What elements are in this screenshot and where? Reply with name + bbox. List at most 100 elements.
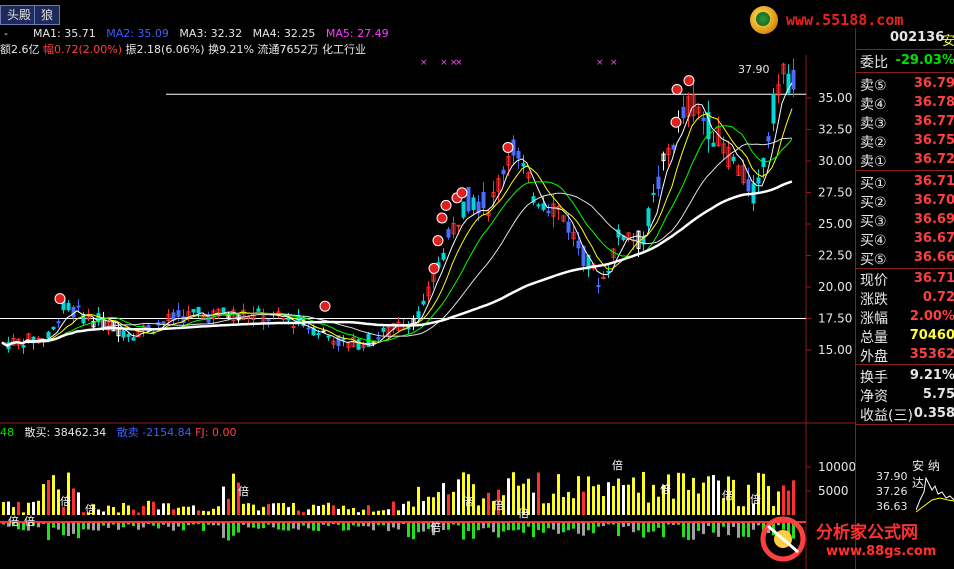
volume-bar	[342, 505, 345, 515]
volume-bar	[692, 477, 695, 515]
stat-1: 涨跌 0.72	[856, 288, 954, 308]
tab-headline[interactable]: 头殿	[0, 5, 39, 25]
volume-bar	[272, 503, 275, 515]
candle-body	[356, 339, 361, 350]
volume-bar-neg	[597, 523, 600, 527]
volume-bar	[537, 472, 540, 515]
volume-bar-neg	[142, 523, 145, 528]
volume-bar	[557, 474, 560, 515]
candle-body	[681, 106, 686, 119]
volume-bar-neg	[497, 523, 500, 538]
candle-body	[481, 192, 486, 209]
watermark-url: www.88gs.com	[826, 544, 937, 559]
stat2-2-label: 收益(三)	[860, 408, 913, 424]
sell-level-5: 卖⑤ 36.79	[856, 74, 954, 94]
volume-bar-neg	[322, 523, 325, 525]
volume-bar	[212, 508, 215, 515]
sell-level-1-label: 卖①	[860, 154, 887, 170]
stat-1-value: 0.72	[922, 290, 954, 305]
cross-marker: ×	[420, 58, 428, 68]
volume-bar-neg	[627, 523, 630, 527]
volume-bar	[42, 484, 45, 515]
volume-bar-neg	[297, 523, 300, 530]
candle-body	[306, 327, 311, 330]
volume-bar-neg	[277, 523, 280, 530]
volume-bar	[157, 509, 160, 515]
volume-bar	[312, 504, 315, 515]
volume-bar	[432, 497, 435, 515]
weibi-row: 委比 -29.03%	[856, 51, 954, 71]
buy-level-1-value: 36.71	[913, 174, 954, 189]
mini-price-high: 37.90	[876, 470, 908, 483]
volume-bar	[202, 510, 205, 515]
candle-body	[161, 321, 166, 325]
volume-bar	[507, 478, 510, 515]
volume-bar-neg	[707, 523, 710, 526]
candle-body	[281, 318, 286, 321]
volume-bar-neg	[472, 523, 475, 539]
signal-marker-icon	[456, 187, 468, 199]
volume-bar-neg	[667, 523, 670, 525]
volume-bar-neg	[392, 523, 395, 528]
volume-bar-neg	[77, 523, 80, 539]
volume-bar-neg	[237, 523, 240, 533]
volume-bar	[712, 475, 715, 515]
volume-bar-neg	[122, 523, 125, 528]
volume-bar	[487, 492, 490, 515]
volume-bar-neg	[642, 523, 645, 538]
sell-level-2: 卖② 36.75	[856, 131, 954, 151]
volume-bar	[767, 486, 770, 515]
volume-bar-neg	[512, 523, 515, 531]
stat2-0-value: 9.21%	[909, 368, 954, 383]
kline-chart[interactable]: 35.00 32.50 30.00 27.50 25.00 22.50 20.00 17.50…	[0, 55, 855, 569]
volume-bar-neg	[377, 523, 380, 526]
volume-bar-neg	[192, 523, 195, 525]
volume-bar	[792, 480, 795, 515]
volume-bar	[17, 502, 20, 515]
volume-bar-neg	[307, 523, 310, 529]
volume-bar-neg	[357, 523, 360, 527]
buy-level-2-label: 买②	[860, 195, 887, 211]
stat-1-label: 涨跌	[860, 292, 888, 308]
candle-body	[291, 326, 296, 329]
volume-bar	[227, 498, 230, 515]
volume-bar	[172, 509, 175, 515]
volume-bar	[582, 491, 585, 515]
candle-body	[756, 177, 761, 184]
volume-bar-neg	[462, 523, 465, 540]
volume-bar-neg	[477, 523, 480, 531]
volume-bar	[372, 511, 375, 515]
volume-multiplier-marker: 倍	[660, 482, 671, 496]
candle-body	[471, 197, 476, 211]
volume-bar	[102, 511, 105, 515]
stat-0: 现价 36.71	[856, 269, 954, 289]
volume-bar	[422, 501, 425, 515]
volume-bar	[567, 491, 570, 515]
candle-body	[791, 69, 796, 90]
stat-3-value: 70460	[909, 328, 954, 343]
candle-body	[326, 335, 331, 338]
candles	[1, 58, 796, 354]
stock-name: 安	[941, 34, 954, 49]
volume-bar	[682, 473, 685, 515]
ma-legend: - MA1: 35.71 MA2: 35.09 MA3: 32.32 MA4: …	[4, 27, 389, 40]
candle-body	[746, 179, 751, 192]
candle-body	[416, 311, 421, 318]
volume-bar	[402, 503, 405, 515]
volume-bar	[252, 504, 255, 515]
stat-0-label: 现价	[860, 273, 888, 289]
volume-bar-neg	[257, 523, 260, 529]
stat-4-value: 35362	[909, 347, 954, 362]
volume-bar-neg	[697, 523, 700, 531]
volume-bar	[162, 503, 165, 515]
ma2-value: MA2: 35.09	[106, 27, 169, 40]
volume-bar	[387, 509, 390, 515]
fj-value: FJ: 0.00	[195, 426, 237, 439]
volume-bar	[287, 507, 290, 515]
volume-bar	[72, 488, 75, 515]
volume-bar	[182, 506, 185, 515]
volume-bar-neg	[577, 523, 580, 534]
volume-bar	[622, 485, 625, 515]
tab-wolf[interactable]: 狼	[34, 5, 61, 25]
volume-bar	[572, 498, 575, 515]
